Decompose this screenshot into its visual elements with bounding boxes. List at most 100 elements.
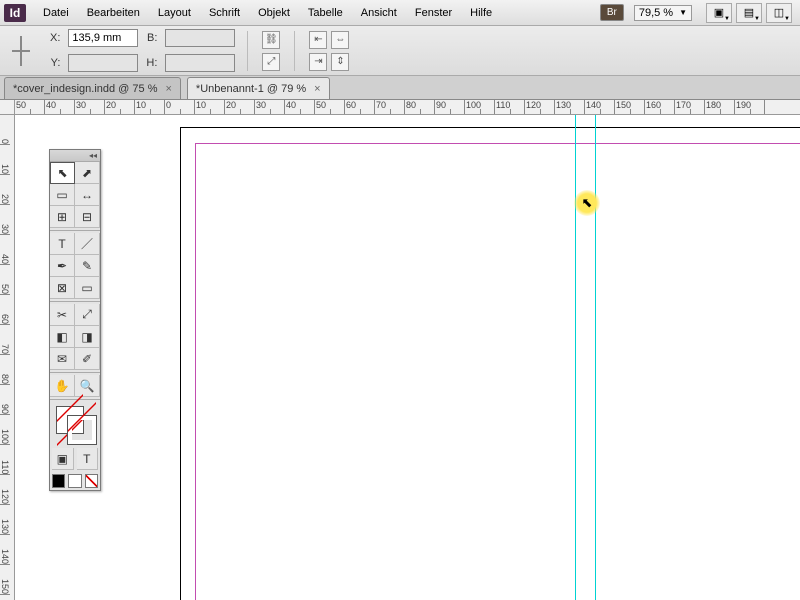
- ruler-tick: 120: [0, 475, 10, 505]
- align-left-icon[interactable]: ⇤: [309, 31, 327, 49]
- ruler-tick: 30: [75, 100, 105, 114]
- pen-tool[interactable]: ✒: [50, 255, 75, 277]
- arrange-button[interactable]: ▤▼: [736, 3, 762, 23]
- align-center-icon[interactable]: ⇔: [331, 31, 349, 49]
- ruler-tick: 80: [405, 100, 435, 114]
- gradient-feather-tool[interactable]: ◨: [75, 326, 100, 348]
- ruler-tick: 0: [165, 100, 195, 114]
- pencil-tool[interactable]: ✎: [75, 255, 100, 277]
- apply-black-swatch[interactable]: [52, 474, 65, 488]
- ruler-tick: 130: [0, 505, 10, 535]
- doc-tab-label: *cover_indesign.indd @ 75 %: [13, 83, 157, 95]
- menu-schrift[interactable]: Schrift: [200, 3, 249, 23]
- chevron-down-icon: ▼: [724, 16, 730, 22]
- workspace-button[interactable]: ◫▼: [766, 3, 792, 23]
- ruler-tick: 80: [0, 355, 10, 385]
- canvas[interactable]: ⬉ ◂◂ ⬉⬈▭↔⊞⊟T／✒✎⊠▭✂⤢◧◨✉✐✋🔍▣T: [15, 115, 800, 600]
- ruler-tick: 50: [15, 100, 45, 114]
- rectangle-tool[interactable]: ▭: [75, 277, 100, 299]
- panel-collapse-icon[interactable]: ◂◂: [50, 150, 100, 162]
- gap-tool[interactable]: ↔: [75, 184, 100, 206]
- chevron-down-icon: ▼: [784, 16, 790, 22]
- chevron-down-icon: ▼: [679, 8, 687, 17]
- page-tool[interactable]: ▭: [50, 184, 75, 206]
- vertical-guide[interactable]: [575, 115, 576, 600]
- chevron-down-icon: ▼: [754, 16, 760, 22]
- menu-objekt[interactable]: Objekt: [249, 3, 299, 23]
- close-icon[interactable]: ×: [314, 83, 320, 95]
- horizontal-ruler[interactable]: 5040302010010203040506070809010011012013…: [15, 100, 800, 115]
- menu-ansicht[interactable]: Ansicht: [352, 3, 406, 23]
- rectangle-frame-tool[interactable]: ⊠: [50, 277, 75, 299]
- ruler-tick: 10: [135, 100, 165, 114]
- scissors-tool[interactable]: ✂: [50, 304, 75, 326]
- ruler-origin[interactable]: [0, 100, 15, 115]
- ruler-tick: 30: [0, 205, 10, 235]
- apply-white-swatch[interactable]: [68, 474, 81, 488]
- ruler-tick: 50: [0, 265, 10, 295]
- content-placer-tool[interactable]: ⊟: [75, 206, 100, 228]
- margin-guides: [195, 143, 800, 600]
- screen-mode-button[interactable]: ▣▼: [706, 3, 732, 23]
- ruler-tick: 40: [45, 100, 75, 114]
- x-input[interactable]: [68, 29, 138, 47]
- menu-datei[interactable]: Datei: [34, 3, 78, 23]
- doc-tab-1[interactable]: *cover_indesign.indd @ 75 % ×: [4, 77, 181, 99]
- content-collector-tool[interactable]: ⊞: [50, 206, 75, 228]
- stroke-swatch[interactable]: [68, 416, 96, 444]
- eyedropper-tool[interactable]: ✐: [75, 348, 100, 370]
- doc-tab-2[interactable]: *Unbenannt-1 @ 79 % ×: [187, 77, 330, 99]
- close-icon[interactable]: ×: [165, 83, 171, 95]
- ruler-tick: 190: [735, 100, 765, 114]
- x-label: X:: [50, 32, 60, 44]
- zoom-select[interactable]: 79,5 % ▼: [634, 5, 692, 21]
- vertical-ruler[interactable]: 0102030405060708090100110120130140150: [0, 115, 15, 600]
- reference-point-icon[interactable]: [12, 36, 34, 66]
- menu-bearbeiten[interactable]: Bearbeiten: [78, 3, 149, 23]
- ruler-tick: 0: [0, 115, 10, 145]
- align-right-icon[interactable]: ⇥: [309, 53, 327, 71]
- hand-tool[interactable]: ✋: [50, 375, 75, 397]
- w-label: B:: [146, 32, 157, 44]
- free-transform-tool[interactable]: ⤢: [75, 304, 100, 326]
- tools-panel[interactable]: ◂◂ ⬉⬈▭↔⊞⊟T／✒✎⊠▭✂⤢◧◨✉✐✋🔍▣T: [49, 149, 101, 491]
- ruler-tick: 100: [0, 415, 10, 445]
- distribute-icon[interactable]: ⇕: [331, 53, 349, 71]
- bridge-button[interactable]: Br: [600, 4, 624, 21]
- ruler-tick: 90: [435, 100, 465, 114]
- fill-stroke-swatch[interactable]: [50, 402, 100, 446]
- ruler-tick: 70: [0, 325, 10, 355]
- ruler-tick: 150: [0, 565, 10, 595]
- w-input[interactable]: [165, 29, 235, 47]
- ruler-tick: 60: [0, 295, 10, 325]
- selection-tool[interactable]: ⬉: [50, 162, 75, 184]
- ruler-tick: 20: [0, 175, 10, 205]
- vertical-guide[interactable]: [595, 115, 596, 600]
- ruler-tick: 180: [705, 100, 735, 114]
- menu-tabelle[interactable]: Tabelle: [299, 3, 352, 23]
- ruler-tick: 90: [0, 385, 10, 415]
- scale-icon[interactable]: ⤢: [262, 53, 280, 71]
- constrain-icon[interactable]: ⛓: [262, 31, 280, 49]
- menu-hilfe[interactable]: Hilfe: [461, 3, 501, 23]
- ruler-tick: 40: [285, 100, 315, 114]
- app-icon: Id: [4, 4, 26, 22]
- ruler-tick: 20: [105, 100, 135, 114]
- direct-selection-tool[interactable]: ⬈: [75, 162, 100, 184]
- menu-fenster[interactable]: Fenster: [406, 3, 461, 23]
- h-input[interactable]: [165, 54, 235, 72]
- workspace-icon: ◫: [774, 6, 784, 19]
- y-input[interactable]: [68, 54, 138, 72]
- format-text-icon[interactable]: T: [77, 448, 99, 470]
- note-tool[interactable]: ✉: [50, 348, 75, 370]
- h-label: H:: [146, 57, 157, 69]
- menu-layout[interactable]: Layout: [149, 3, 200, 23]
- zoom-tool[interactable]: 🔍: [75, 375, 100, 397]
- type-tool[interactable]: T: [50, 233, 75, 255]
- apply-slash-swatch[interactable]: [85, 474, 98, 488]
- ruler-tick: 110: [495, 100, 525, 114]
- ruler-tick: 60: [345, 100, 375, 114]
- gradient-swatch-tool[interactable]: ◧: [50, 326, 75, 348]
- line-tool[interactable]: ／: [75, 233, 100, 255]
- ruler-tick: 140: [0, 535, 10, 565]
